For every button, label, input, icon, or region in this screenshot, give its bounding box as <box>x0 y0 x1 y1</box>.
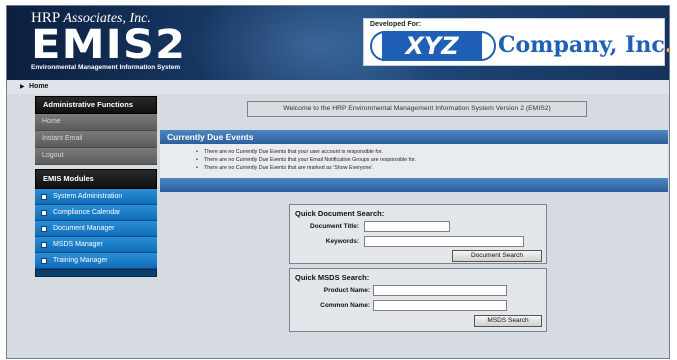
developed-for-box: Developed For: XYZ Company, Inc. <box>363 18 669 66</box>
keywords-label: Keywords: <box>325 238 359 245</box>
doc-search-title: Quick Document Search: <box>295 209 385 218</box>
due-events-panel: Currently Due Events • There are no Curre… <box>160 130 668 192</box>
developed-for-label: Developed For: <box>370 21 421 28</box>
sidebar-item-home[interactable]: Home <box>35 114 157 131</box>
module-compliance-calendar[interactable]: Compliance Calendar <box>35 205 157 221</box>
bullet-icon <box>41 210 47 216</box>
msds-search-title: Quick MSDS Search: <box>295 273 370 282</box>
doc-title-label: Document Title: <box>310 223 359 230</box>
document-search-button[interactable]: Document Search <box>452 250 542 262</box>
module-msds-manager[interactable]: MSDS Manager <box>35 237 157 253</box>
quick-document-search: Quick Document Search: Document Title: K… <box>289 204 547 264</box>
client-logo-mark: XYZ <box>382 31 482 61</box>
sidebar: Administrative Functions Home Instant Em… <box>35 96 157 277</box>
client-logo: XYZ Company, Inc. <box>370 31 669 61</box>
msds-search-button[interactable]: MSDS Search <box>474 315 542 327</box>
product-name-label: Product Name: <box>323 287 370 294</box>
due-events-title: Currently Due Events <box>160 130 668 144</box>
module-document-manager[interactable]: Document Manager <box>35 221 157 237</box>
bullet-icon <box>41 194 47 200</box>
bullet-icon: • <box>196 157 198 163</box>
common-name-label: Common Name: <box>320 302 370 309</box>
sidebar-item-instant-email[interactable]: Instant Email <box>35 131 157 148</box>
app-frame: HRP Associates, Inc. EMIS2 Environmental… <box>6 5 670 359</box>
product-name-input[interactable] <box>373 285 507 296</box>
main-content: Administrative Functions Home Instant Em… <box>7 94 669 358</box>
quick-msds-search: Quick MSDS Search: Product Name: Common … <box>289 268 547 332</box>
due-event-line: • There are no Currently Due Events that … <box>196 157 416 163</box>
module-training-manager[interactable]: Training Manager <box>35 253 157 269</box>
due-events-footer <box>160 178 668 192</box>
keywords-input[interactable] <box>364 236 524 247</box>
common-name-input[interactable] <box>373 300 507 311</box>
app-title: EMIS2 <box>31 22 187 68</box>
breadcrumb-home[interactable]: Home <box>29 83 48 90</box>
bullet-icon: • <box>196 165 198 171</box>
module-system-administration[interactable]: System Administration <box>35 189 157 205</box>
breadcrumb-arrow-icon: ▶ <box>20 84 25 90</box>
bullet-icon <box>41 226 47 232</box>
breadcrumb: ▶ Home <box>7 80 669 94</box>
due-event-line: • There are no Currently Due Events that … <box>196 165 374 171</box>
due-event-line: • There are no Currently Due Events that … <box>196 149 383 155</box>
client-name: Company, Inc. <box>498 32 669 58</box>
emis-modules-header: EMIS Modules <box>35 169 157 189</box>
bullet-icon <box>41 242 47 248</box>
bullet-icon: • <box>196 149 198 155</box>
header-banner: HRP Associates, Inc. EMIS2 Environmental… <box>7 6 669 80</box>
app-subtitle: Environmental Management Information Sys… <box>31 64 181 71</box>
due-events-body: • There are no Currently Due Events that … <box>160 144 668 178</box>
modules-footer <box>35 269 157 277</box>
bullet-icon <box>41 258 47 264</box>
sidebar-item-logout[interactable]: Logout <box>35 148 157 165</box>
welcome-message: Welcome to the HRP Environmental Managem… <box>247 101 587 117</box>
doc-title-input[interactable] <box>364 221 450 232</box>
admin-functions-header: Administrative Functions <box>35 96 157 114</box>
